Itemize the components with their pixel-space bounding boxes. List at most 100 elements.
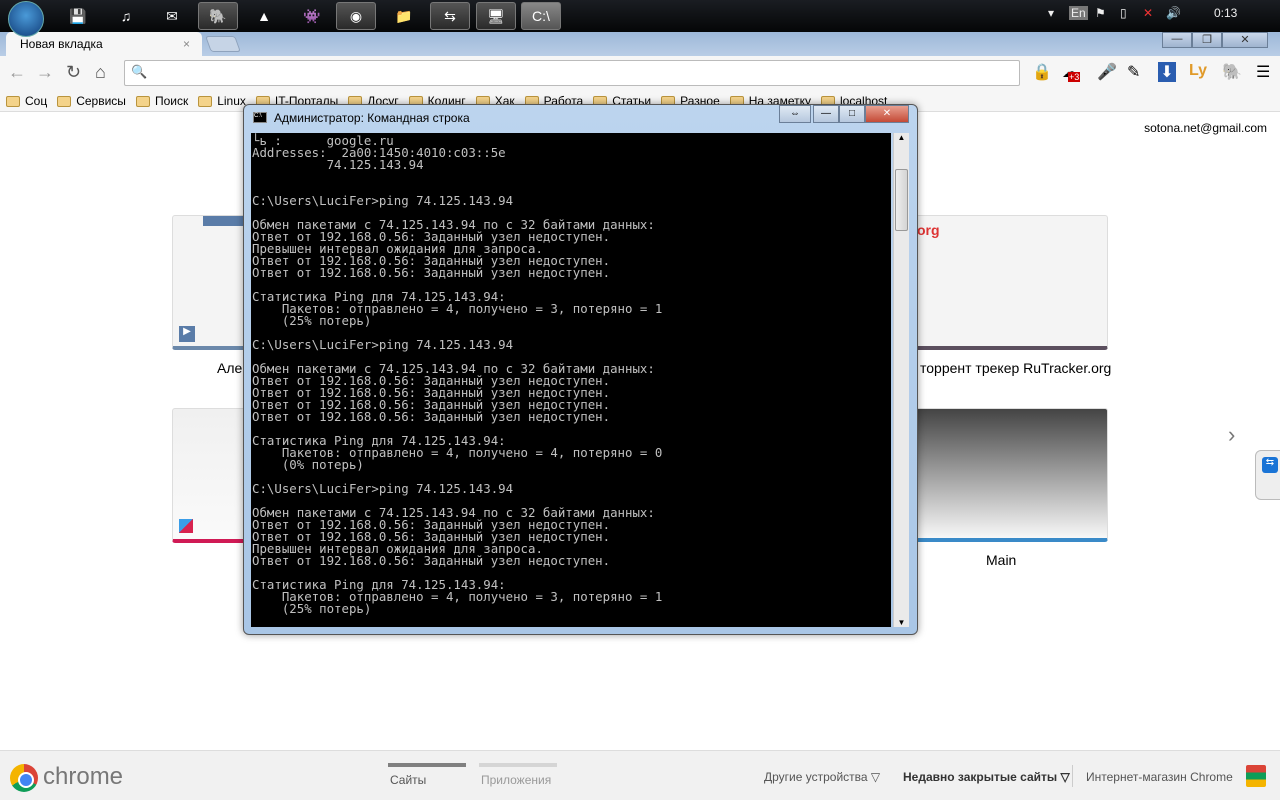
- reload-icon[interactable]: ↻: [66, 62, 81, 83]
- tab-title: Новая вкладка: [20, 37, 103, 51]
- language-indicator[interactable]: En: [1069, 6, 1088, 20]
- extension-badge: +3: [1068, 72, 1081, 82]
- console-line: Ответ от 192.168.0.56: Заданный узел нед…: [252, 265, 611, 280]
- tray-expand-icon[interactable]: ▾: [1048, 6, 1054, 20]
- explorer-icon[interactable]: 📁: [384, 2, 424, 30]
- back-icon[interactable]: ←: [8, 62, 26, 83]
- remote-desktop-icon[interactable]: 🖥: [476, 2, 516, 30]
- windows-taskbar: 💾 ♫ ✉ 🐘 ▲ 👾 ◉ 📁 ⇆ 🖥 C:\ ▾ En ⚑ ▯ ✕ 🔊 0:1…: [0, 0, 1280, 37]
- console-line: Ответ от 192.168.0.56: Заданный узел нед…: [252, 553, 611, 568]
- scroll-up-icon[interactable]: ▲: [894, 133, 909, 142]
- tab-new-tab[interactable]: Новая вкладка ×: [6, 32, 202, 56]
- save-icon[interactable]: 💾: [58, 2, 98, 30]
- pidgin-icon[interactable]: 👾: [292, 2, 332, 30]
- new-tab-button[interactable]: [205, 36, 241, 52]
- chrome-wordmark: chrome: [43, 763, 124, 790]
- itunes-icon[interactable]: ♫: [106, 2, 146, 30]
- evernote-clipper-icon[interactable]: 🐘: [1222, 62, 1242, 82]
- console-line: C:\Users\LuciFer>ping 74.125.143.94: [252, 193, 514, 208]
- console-line: C:\Users\LuciFer>ping 74.125.143.94: [252, 337, 514, 352]
- minimize-button[interactable]: —: [1162, 32, 1192, 48]
- most-visited-thumb[interactable]: org: [900, 215, 1108, 350]
- folder-icon: [135, 95, 150, 107]
- console-output[interactable]: └ь : google.ru Addresses: 2a00:1450:4010:…: [251, 133, 891, 627]
- lamp-icon[interactable]: ✎: [1127, 62, 1140, 82]
- console-line: (25% потерь): [252, 313, 372, 328]
- cmd-compact-button[interactable]: ⇔: [779, 105, 811, 123]
- bookmark-folder[interactable]: Linux: [198, 91, 246, 111]
- cmd-window-controls: ⇔ — □ ✕: [779, 105, 909, 123]
- network-disconnected-icon[interactable]: ✕: [1143, 6, 1153, 20]
- console-scrollbar[interactable]: ▲ ▼: [893, 133, 909, 627]
- close-button[interactable]: ✕: [1222, 32, 1268, 48]
- play-icon: ▶: [179, 326, 195, 342]
- tab-apps[interactable]: Приложения: [481, 773, 551, 787]
- thumb-label[interactable]: Але: [217, 360, 242, 376]
- teamviewer-panel[interactable]: ⇆: [1255, 450, 1280, 500]
- weather-extension-icon[interactable]: ☁+3: [1062, 62, 1081, 82]
- scrollbar-thumb[interactable]: [895, 169, 908, 231]
- folder-icon: [6, 95, 20, 107]
- other-devices-menu[interactable]: Другие устройства ▽: [764, 770, 880, 784]
- evernote-icon[interactable]: 🐘: [198, 2, 238, 30]
- cmd-icon[interactable]: C:\: [521, 2, 561, 30]
- cmd-maximize-button[interactable]: □: [839, 105, 865, 123]
- omnibox[interactable]: 🔍: [124, 60, 1020, 86]
- network-icon[interactable]: ⚑: [1095, 6, 1106, 20]
- console-line: C:\Users\LuciFer>ping 74.125.143.94: [252, 481, 514, 496]
- start-button[interactable]: [8, 1, 44, 37]
- thunderbird-icon[interactable]: ✉: [152, 2, 192, 30]
- bookmark-folder[interactable]: Сервисы: [57, 91, 126, 111]
- thumb-label[interactable]: Main: [986, 552, 1016, 568]
- folder-icon: [57, 95, 72, 107]
- tab-sites[interactable]: Сайты: [390, 773, 426, 787]
- webstore-link[interactable]: Интернет-магазин Chrome: [1086, 770, 1233, 784]
- bookmark-label: Поиск: [154, 94, 189, 108]
- footer-divider: [1072, 765, 1073, 787]
- clock[interactable]: 0:13: [1214, 6, 1237, 20]
- next-page-arrow[interactable]: ›: [1228, 422, 1235, 448]
- tab-indicator-apps: [479, 763, 557, 767]
- teamviewer-icon[interactable]: ⇆: [430, 2, 470, 30]
- restore-button[interactable]: ❐: [1192, 32, 1222, 48]
- window-controls: — ❐ ✕: [1162, 32, 1268, 48]
- ntp-footer: chrome Сайты Приложения Другие устройств…: [0, 750, 1280, 800]
- cube-icon: [179, 519, 193, 533]
- lingualeo-icon[interactable]: Ly: [1189, 62, 1207, 80]
- aimp-icon[interactable]: ▲: [244, 2, 284, 30]
- close-tab-icon[interactable]: ×: [183, 37, 190, 51]
- tab-indicator-sites: [388, 763, 466, 767]
- cmd-window: C:\ Администратор: Командная строка ⇔ — …: [243, 104, 918, 635]
- download-icon[interactable]: ⬇: [1158, 62, 1176, 82]
- power-icon[interactable]: ▯: [1120, 6, 1127, 20]
- most-visited-thumb[interactable]: [900, 408, 1108, 542]
- home-icon[interactable]: ⌂: [95, 62, 106, 83]
- volume-icon[interactable]: 🔊: [1166, 6, 1181, 20]
- chrome-icon[interactable]: ◉: [336, 2, 376, 30]
- forward-icon[interactable]: →: [36, 62, 54, 83]
- console-line: (25% потерь): [252, 601, 372, 616]
- console-line: Ответ от 192.168.0.56: Заданный узел нед…: [252, 409, 611, 424]
- webstore-icon[interactable]: [1246, 765, 1266, 787]
- menu-icon[interactable]: ☰: [1256, 62, 1270, 82]
- lock-icon[interactable]: 🔒: [1032, 62, 1052, 82]
- cmd-window-icon: C:\: [253, 112, 267, 123]
- user-email[interactable]: sotona.net@gmail.com: [1144, 121, 1267, 135]
- scroll-down-icon[interactable]: ▼: [894, 618, 909, 627]
- microphone-icon[interactable]: 🎤: [1097, 62, 1117, 82]
- cmd-minimize-button[interactable]: —: [813, 105, 839, 123]
- thumb-label[interactable]: торрент трекер RuTracker.org: [920, 360, 1111, 376]
- console-line: 74.125.143.94: [252, 157, 424, 172]
- chrome-logo-icon: [10, 764, 38, 792]
- cmd-close-button[interactable]: ✕: [865, 105, 909, 123]
- bookmark-folder[interactable]: Соц: [6, 91, 47, 111]
- cmd-window-title: Администратор: Командная строка: [274, 111, 470, 125]
- folder-icon: [198, 95, 213, 107]
- console-line: (0% потерь): [252, 457, 364, 472]
- search-icon: 🔍: [131, 64, 148, 79]
- bookmark-label: Linux: [217, 94, 246, 108]
- bookmark-label: Сервисы: [76, 94, 126, 108]
- bookmark-folder[interactable]: Поиск: [135, 91, 189, 111]
- recently-closed-menu[interactable]: Недавно закрытые сайты ▽: [903, 770, 1070, 784]
